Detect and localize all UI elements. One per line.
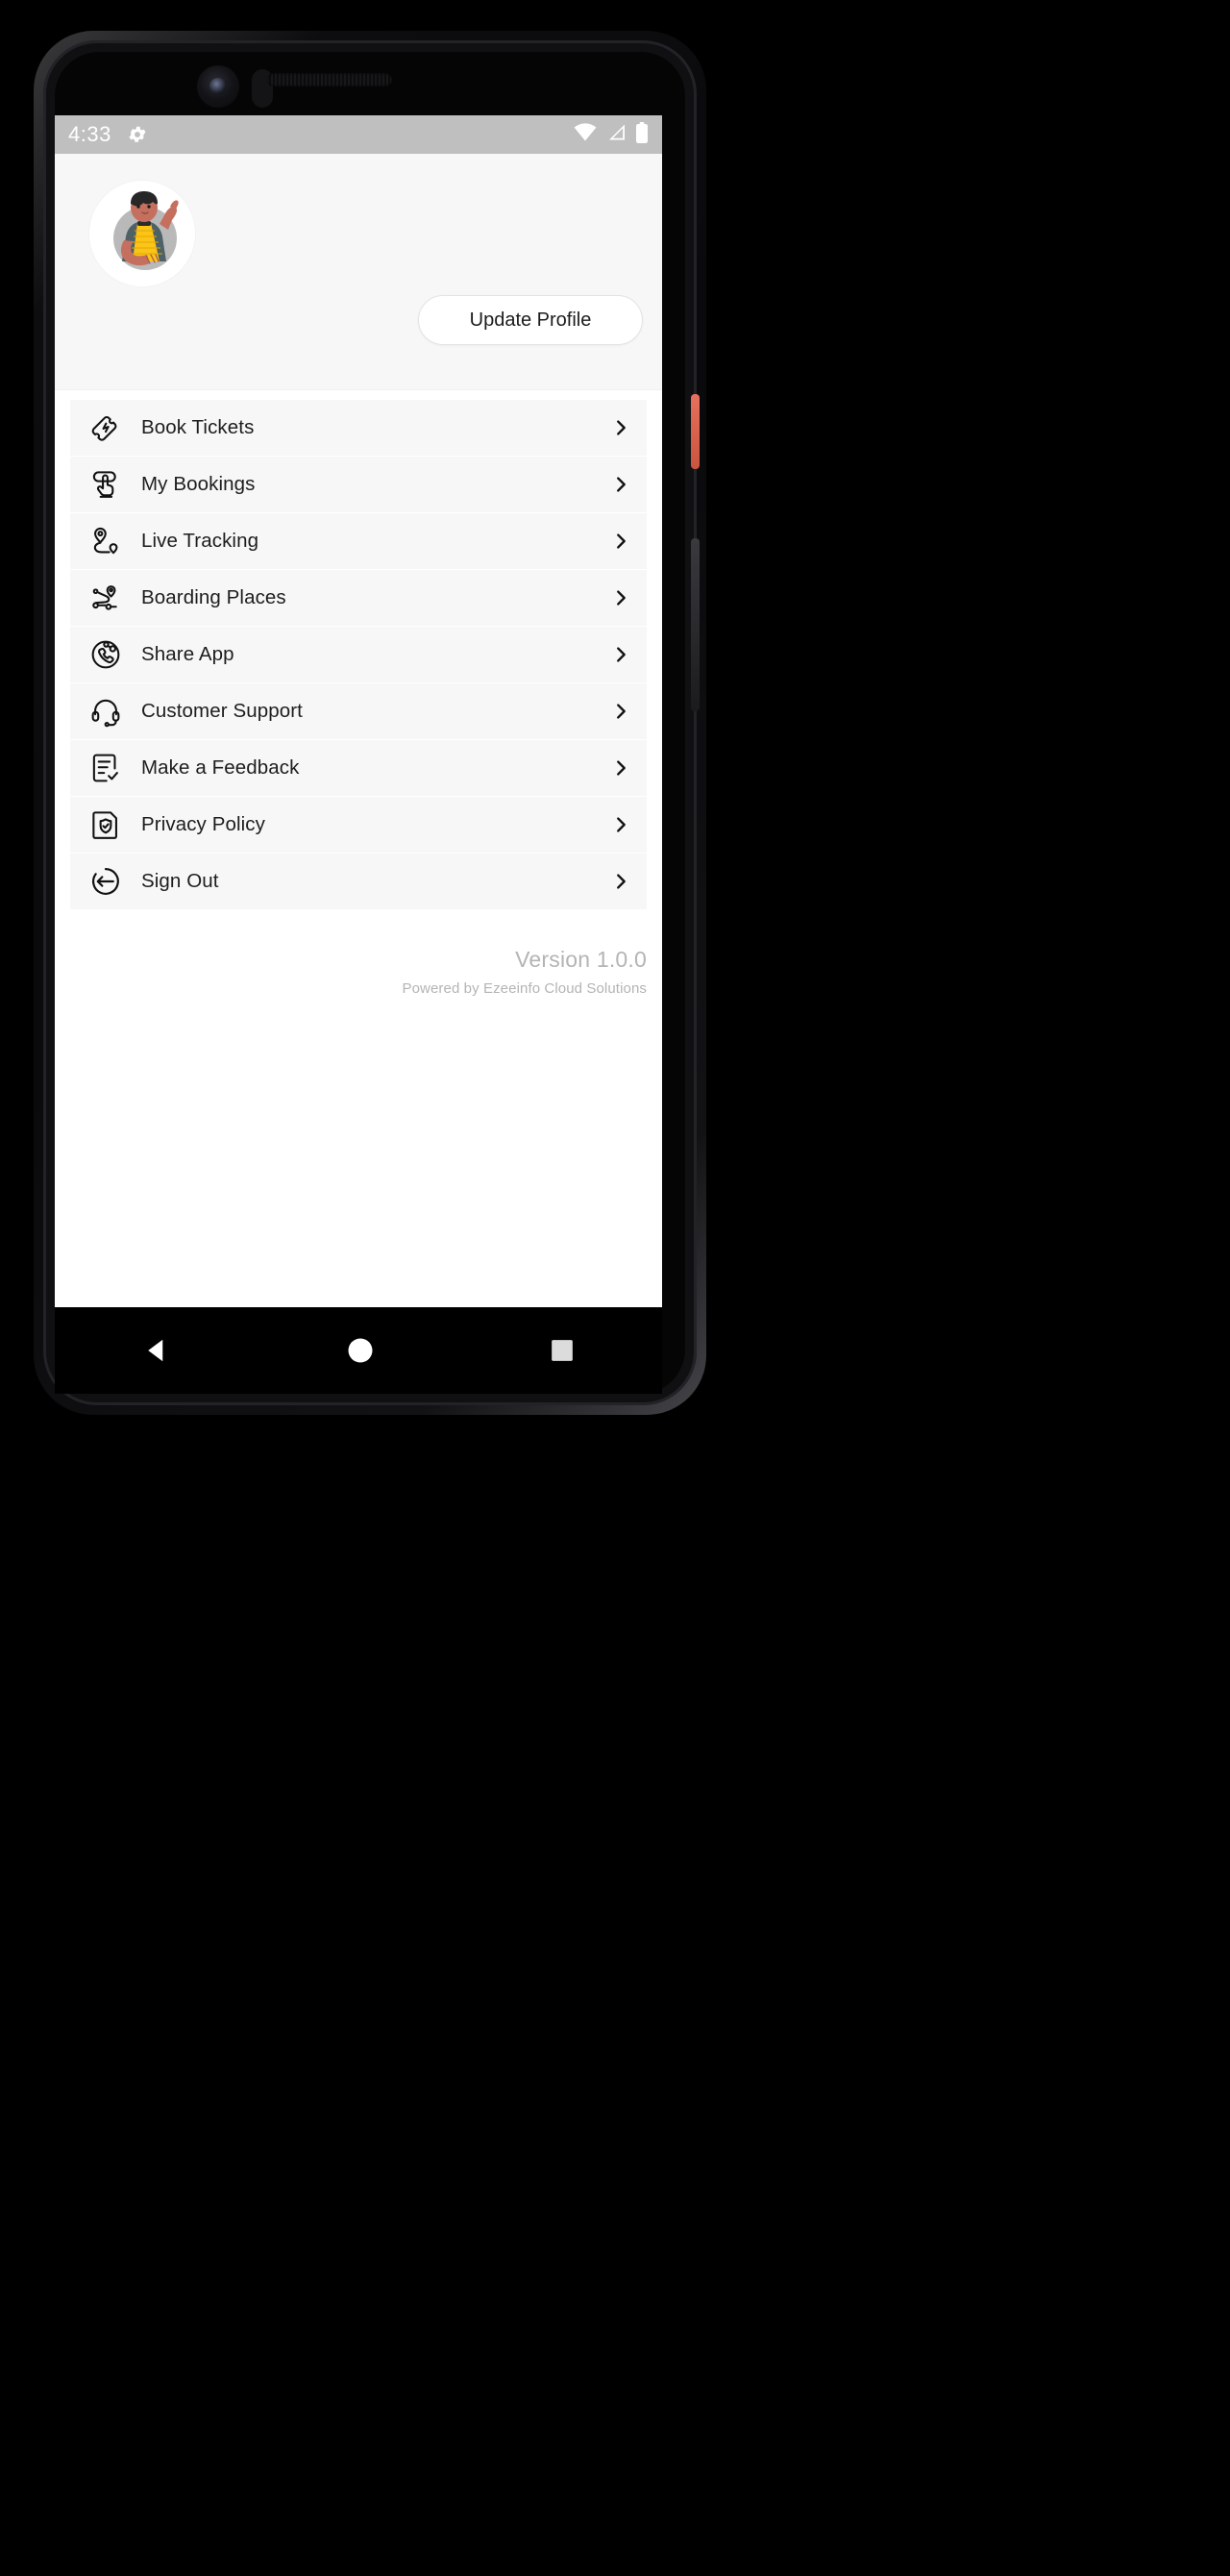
chevron-right-icon — [595, 701, 647, 722]
shield-document-icon — [70, 808, 141, 841]
profile-card: Update Profile — [55, 154, 662, 390]
menu-item-label: Share App — [141, 643, 234, 665]
menu-item-live-tracking[interactable]: Live Tracking — [70, 513, 647, 569]
ticket-icon — [70, 411, 141, 444]
route-pin-icon — [70, 525, 141, 557]
chevron-right-icon — [595, 531, 647, 552]
menu-item-label: Sign Out — [141, 870, 219, 892]
front-camera-lens-icon — [209, 78, 227, 95]
chevron-right-icon — [595, 417, 647, 438]
menu-item-label: Book Tickets — [141, 416, 255, 438]
status-bar-clock: 4:33 — [68, 122, 111, 146]
menu-item-my-bookings[interactable]: My Bookings — [70, 457, 647, 512]
feedback-checklist-icon — [70, 752, 141, 784]
menu-item-customer-support[interactable]: Customer Support — [70, 683, 647, 739]
headset-icon — [70, 695, 141, 728]
android-navigation-bar — [55, 1307, 662, 1394]
powered-by-label: Powered by Ezeeinfo Cloud Solutions — [402, 980, 647, 997]
app-footer: Version 1.0.0 Powered by Ezeeinfo Cloud … — [55, 910, 662, 997]
menu-item-label: Live Tracking — [141, 530, 259, 552]
volume-button[interactable] — [691, 538, 700, 711]
chevron-right-icon — [595, 757, 647, 779]
version-label: Version 1.0.0 — [515, 947, 647, 972]
gear-icon — [127, 124, 148, 145]
avatar[interactable] — [89, 181, 195, 286]
update-profile-label: Update Profile — [469, 309, 592, 331]
chevron-right-icon — [595, 587, 647, 608]
chevron-right-icon — [595, 871, 647, 892]
menu-item-label: My Bookings — [141, 473, 256, 495]
back-triangle-icon[interactable] — [142, 1336, 171, 1365]
menu-item-sign-out[interactable]: Sign Out — [70, 854, 647, 909]
share-phone-icon — [70, 638, 141, 671]
menu-item-label: Privacy Policy — [141, 813, 265, 835]
update-profile-button[interactable]: Update Profile — [418, 295, 643, 345]
power-button[interactable] — [691, 394, 700, 469]
menu-item-label: Make a Feedback — [141, 756, 300, 779]
chevron-right-icon — [595, 474, 647, 495]
battery-icon — [635, 121, 649, 148]
status-bar-icons — [574, 121, 649, 148]
sign-out-icon — [70, 865, 141, 898]
menu-item-label: Customer Support — [141, 700, 303, 722]
menu-item-privacy-policy[interactable]: Privacy Policy — [70, 797, 647, 853]
tap-booking-icon — [70, 468, 141, 501]
boarding-route-icon — [70, 582, 141, 614]
menu-item-make-a-feedback[interactable]: Make a Feedback — [70, 740, 647, 796]
status-bar: 4:33 — [55, 115, 662, 154]
chevron-right-icon — [595, 814, 647, 835]
menu-item-share-app[interactable]: Share App — [70, 627, 647, 682]
app-screen: 4:33 Update Profile Book Tickets My Book… — [55, 115, 662, 1307]
menu-item-book-tickets[interactable]: Book Tickets — [70, 400, 647, 456]
earpiece-speaker — [267, 73, 392, 87]
wifi-icon — [574, 123, 597, 146]
menu-list: Book Tickets My Bookings Live Tracking B… — [55, 390, 662, 909]
home-circle-icon[interactable] — [346, 1336, 375, 1365]
cellular-signal-icon — [605, 123, 627, 146]
menu-item-label: Boarding Places — [141, 586, 286, 608]
chevron-right-icon — [595, 644, 647, 665]
screenshot-stage: 4:33 Update Profile Book Tickets My Book… — [0, 0, 1230, 2576]
menu-item-boarding-places[interactable]: Boarding Places — [70, 570, 647, 626]
recents-square-icon[interactable] — [550, 1338, 575, 1363]
